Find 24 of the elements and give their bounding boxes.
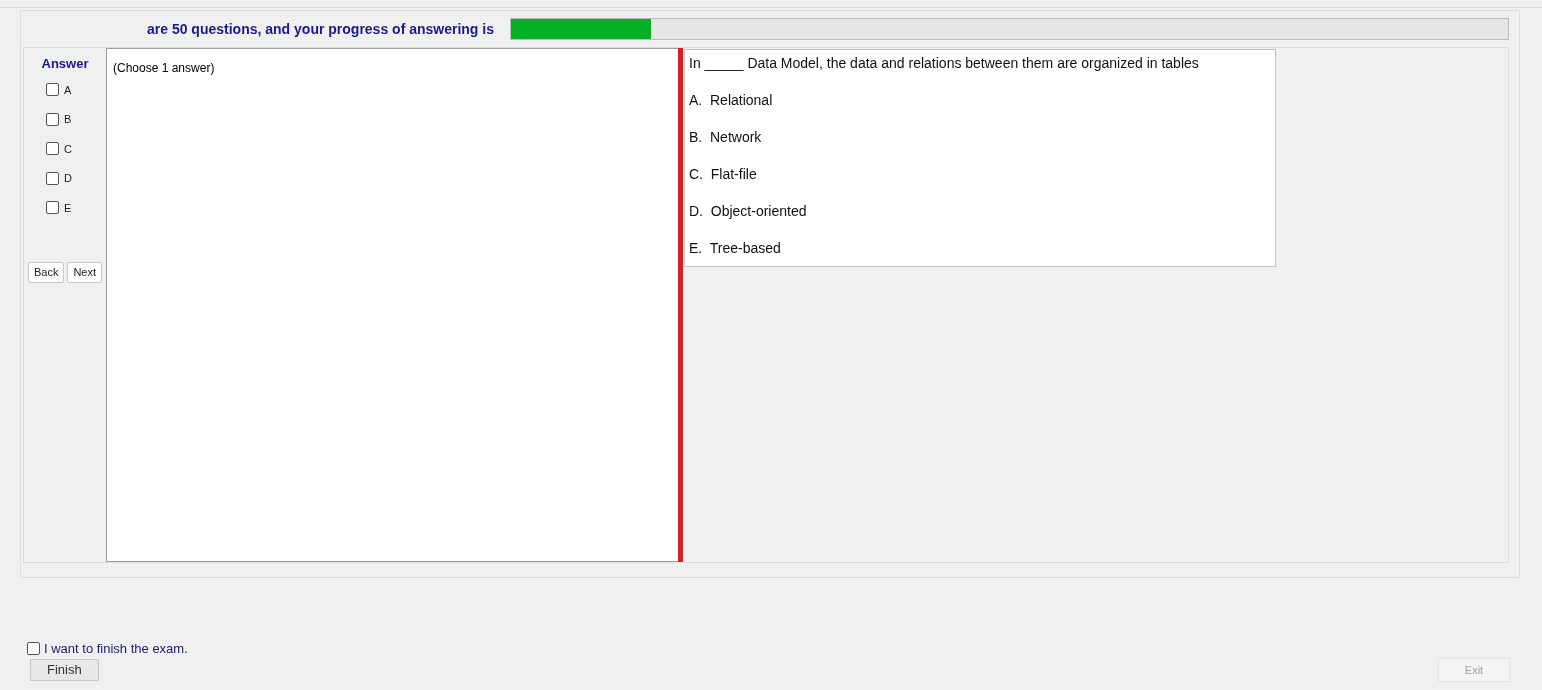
option-label: D <box>64 171 72 186</box>
instruction-text: (Choose 1 answer) <box>113 61 215 75</box>
option-label: B <box>64 112 72 127</box>
choice-text: C. Flat-file <box>689 165 758 184</box>
option-label: E <box>64 200 72 216</box>
answer-checkbox[interactable] <box>46 142 59 156</box>
finish-label: I want to finish the exam. <box>44 640 188 658</box>
choice-text: A. Relational <box>689 91 774 110</box>
finish-checkbox[interactable] <box>27 642 40 656</box>
question-text: In _____ Data Model, the data and relations between them are organized in tables <box>689 54 1200 73</box>
answer-heading: Answer <box>41 55 89 73</box>
finish-button[interactable]: Finish <box>30 659 99 681</box>
answer-checkbox[interactable] <box>46 83 59 97</box>
progress-text: are 50 questions, and your progress of answering is <box>147 19 494 39</box>
next-button[interactable]: Next <box>67 262 103 283</box>
choice-text: D. Object-oriented <box>689 202 808 221</box>
option-label: C <box>64 141 72 157</box>
answer-checkbox[interactable] <box>46 171 59 185</box>
answer-checkbox[interactable] <box>46 201 59 215</box>
answer-checkbox[interactable] <box>46 112 59 126</box>
back-button[interactable]: Back <box>27 262 65 283</box>
choice-text: B. Network <box>689 128 763 147</box>
option-label: A <box>64 82 72 98</box>
choice-text: E. Tree-based <box>689 239 782 258</box>
